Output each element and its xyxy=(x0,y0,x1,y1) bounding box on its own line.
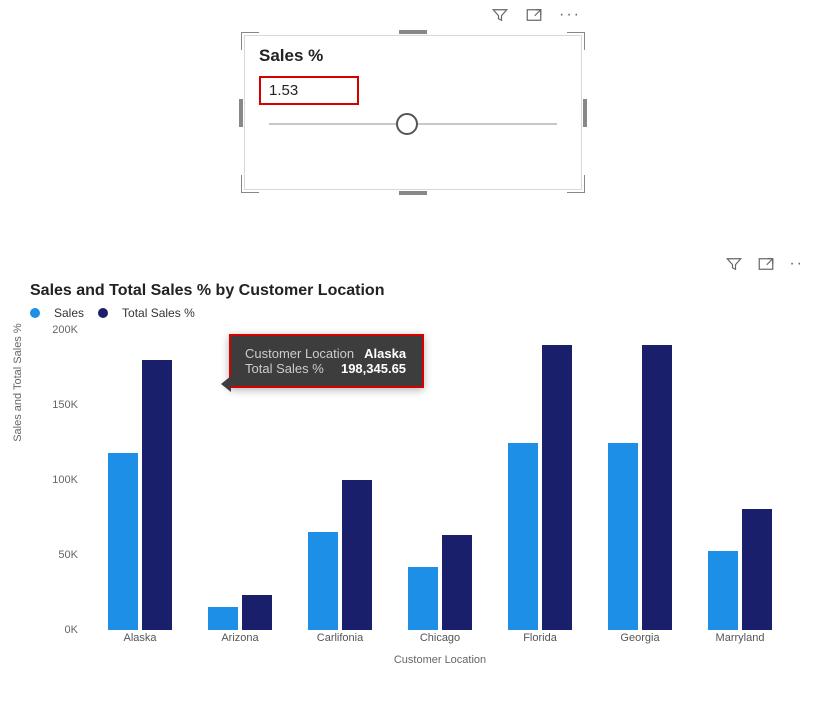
y-axis-ticks: 0K50K100K150K200K xyxy=(42,330,84,630)
bar-group[interactable] xyxy=(202,595,278,630)
chart-toolbar: ·· xyxy=(725,255,804,273)
legend: Sales Total Sales % xyxy=(30,306,810,330)
bar-sales[interactable] xyxy=(608,443,638,630)
slider-track[interactable] xyxy=(269,123,557,125)
tooltip: Customer Location Alaska Total Sales % 1… xyxy=(229,334,424,388)
y-tick: 100K xyxy=(52,474,78,486)
bar-total-sales[interactable] xyxy=(742,509,772,630)
tooltip-label-total: Total Sales % xyxy=(245,361,324,376)
y-tick: 150K xyxy=(52,399,78,411)
slider-thumb[interactable] xyxy=(396,113,418,135)
x-tick-label: Arizona xyxy=(202,632,278,644)
legend-swatch-total xyxy=(98,308,108,318)
slicer-value-input[interactable]: 1.53 xyxy=(259,76,359,105)
y-tick: 50K xyxy=(58,549,78,561)
bar-group[interactable] xyxy=(302,480,378,630)
slicer-visual[interactable]: ··· Sales % 1.53 xyxy=(244,35,582,190)
y-axis-label: Sales and Total Sales % xyxy=(12,323,24,441)
more-options-icon[interactable]: ·· xyxy=(789,255,804,273)
legend-label-total: Total Sales % xyxy=(122,306,195,320)
legend-label-sales: Sales xyxy=(54,306,84,320)
bar-group[interactable] xyxy=(402,535,478,630)
slicer-toolbar: ··· xyxy=(491,6,581,24)
bar-sales[interactable] xyxy=(708,551,738,630)
tooltip-label-location: Customer Location xyxy=(245,346,354,361)
x-tick-label: Marryland xyxy=(702,632,778,644)
bar-sales[interactable] xyxy=(208,607,238,630)
bar-group[interactable] xyxy=(702,509,778,630)
bar-total-sales[interactable] xyxy=(542,345,572,630)
bars-container xyxy=(90,330,790,630)
bar-total-sales[interactable] xyxy=(342,480,372,630)
filter-icon[interactable] xyxy=(725,255,743,273)
x-tick-label: Alaska xyxy=(102,632,178,644)
bar-sales[interactable] xyxy=(108,453,138,630)
tooltip-value-location: Alaska xyxy=(364,346,406,361)
bar-sales[interactable] xyxy=(408,567,438,630)
chart-title: Sales and Total Sales % by Customer Loca… xyxy=(30,282,810,306)
filter-icon[interactable] xyxy=(491,6,509,24)
y-tick: 0K xyxy=(65,624,78,636)
bar-total-sales[interactable] xyxy=(442,535,472,630)
bar-total-sales[interactable] xyxy=(642,345,672,630)
x-tick-label: Georgia xyxy=(602,632,678,644)
bar-total-sales[interactable] xyxy=(142,360,172,630)
x-axis-ticks: Alaska Arizona Carlifonia Chicago Florida Geo… xyxy=(90,632,790,652)
slicer-title: Sales % xyxy=(245,36,581,70)
x-tick-label: Florida xyxy=(502,632,578,644)
bar-group[interactable] xyxy=(102,360,178,630)
more-options-icon[interactable]: ··· xyxy=(559,6,581,24)
legend-swatch-sales xyxy=(30,308,40,318)
bar-sales[interactable] xyxy=(308,532,338,630)
bar-total-sales[interactable] xyxy=(242,595,272,630)
focus-mode-icon[interactable] xyxy=(757,255,775,273)
bar-group[interactable] xyxy=(602,345,678,630)
tooltip-value-total: 198,345.65 xyxy=(341,361,406,376)
focus-mode-icon[interactable] xyxy=(525,6,543,24)
y-tick: 200K xyxy=(52,324,78,336)
x-tick-label: Chicago xyxy=(402,632,478,644)
x-axis-label: Customer Location xyxy=(90,654,790,666)
x-tick-label: Carlifonia xyxy=(302,632,378,644)
bar-sales[interactable] xyxy=(508,443,538,630)
bar-group[interactable] xyxy=(502,345,578,630)
